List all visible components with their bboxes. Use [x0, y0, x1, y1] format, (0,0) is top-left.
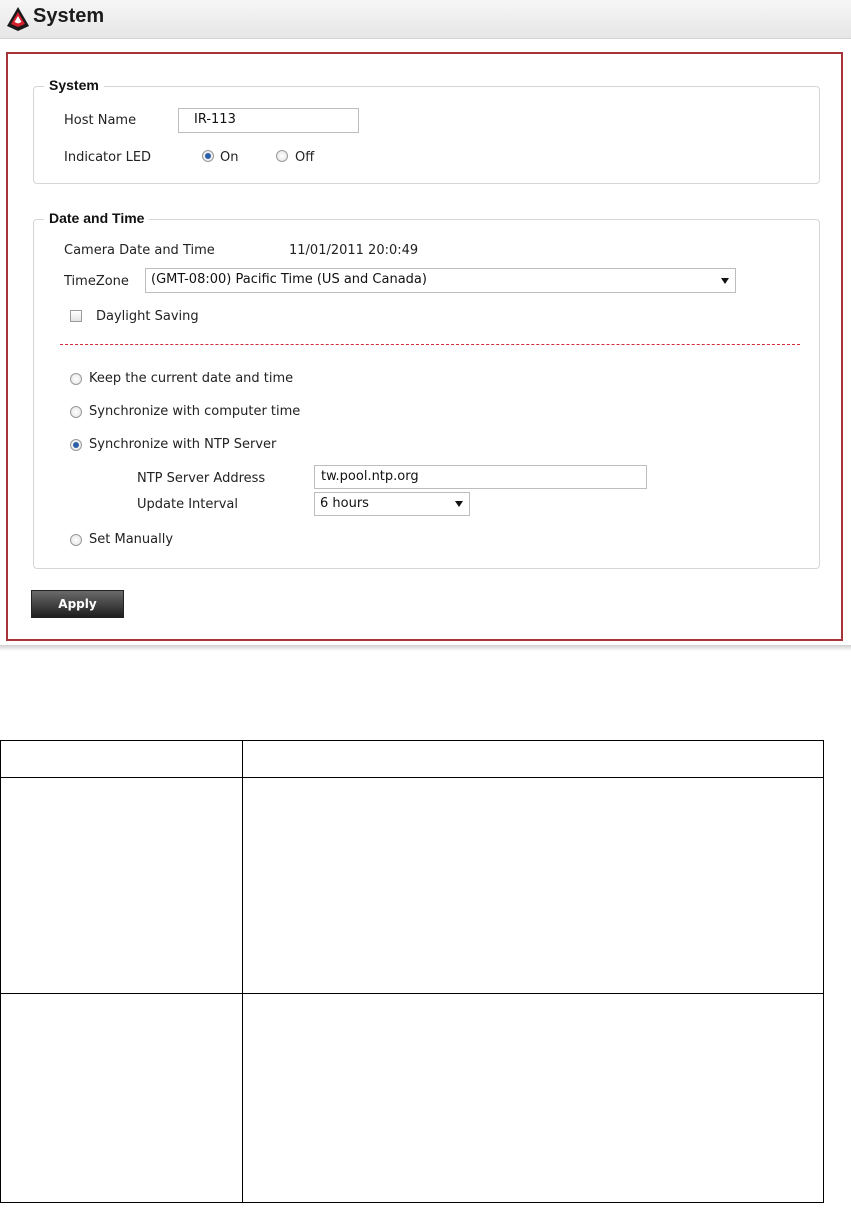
table-cell [0, 993, 243, 1203]
table-row [0, 777, 824, 994]
timezone-select[interactable]: (GMT-08:00) Pacific Time (US and Canada) [145, 268, 736, 293]
table-header-cell [0, 740, 243, 778]
set-manually-radio[interactable] [70, 534, 82, 546]
timezone-label: TimeZone [64, 274, 129, 289]
host-name-value: IR-113 [194, 112, 236, 127]
section-divider [60, 344, 800, 345]
sync-ntp-label: Synchronize with NTP Server [89, 437, 277, 452]
host-name-input[interactable]: IR-113 [178, 108, 359, 133]
sync-computer-label: Synchronize with computer time [89, 404, 301, 419]
table-cell [0, 777, 243, 994]
table-cell [242, 993, 824, 1203]
update-interval-select[interactable]: 6 hours [314, 492, 470, 516]
title-bar: System [0, 0, 851, 39]
sync-computer-radio[interactable] [70, 406, 82, 418]
system-legend: System [44, 77, 104, 93]
datetime-legend: Date and Time [44, 210, 150, 226]
description-table [0, 740, 824, 1203]
panel-bottom-shadow [0, 645, 851, 651]
timezone-chevron-down-icon [721, 277, 729, 284]
settings-panel: System Host Name IR-113 Indicator LED On… [6, 52, 843, 641]
host-name-label: Host Name [64, 113, 137, 128]
table-row [0, 993, 824, 1203]
timezone-value: (GMT-08:00) Pacific Time (US and Canada) [151, 272, 427, 287]
daylight-saving-checkbox[interactable] [70, 310, 82, 322]
page-title: System [33, 5, 105, 27]
ntp-address-value: tw.pool.ntp.org [321, 469, 419, 484]
system-fieldset: System [33, 77, 820, 184]
daylight-saving-label: Daylight Saving [96, 309, 199, 324]
keep-datetime-radio[interactable] [70, 373, 82, 385]
apply-button[interactable]: Apply [31, 590, 124, 618]
table-header-row [0, 740, 824, 778]
set-manually-label: Set Manually [89, 532, 174, 547]
interval-chevron-down-icon [455, 501, 463, 507]
table-cell [242, 777, 824, 994]
ntp-address-input[interactable]: tw.pool.ntp.org [314, 465, 647, 489]
camera-datetime-value: 11/01/2011 20:0:49 [289, 243, 419, 258]
led-on-radio[interactable] [202, 150, 214, 162]
update-interval-label: Update Interval [137, 497, 238, 512]
table-header-cell [242, 740, 824, 778]
led-off-radio[interactable] [276, 150, 288, 162]
sync-ntp-radio[interactable] [70, 439, 82, 451]
ntp-address-label: NTP Server Address [137, 471, 266, 486]
led-off-label: Off [295, 150, 315, 165]
led-on-label: On [220, 150, 239, 165]
keep-datetime-label: Keep the current date and time [89, 371, 294, 386]
camera-datetime-label: Camera Date and Time [64, 243, 215, 258]
system-logo-icon [7, 7, 29, 31]
update-interval-value: 6 hours [320, 496, 369, 511]
indicator-led-label: Indicator LED [64, 150, 152, 165]
